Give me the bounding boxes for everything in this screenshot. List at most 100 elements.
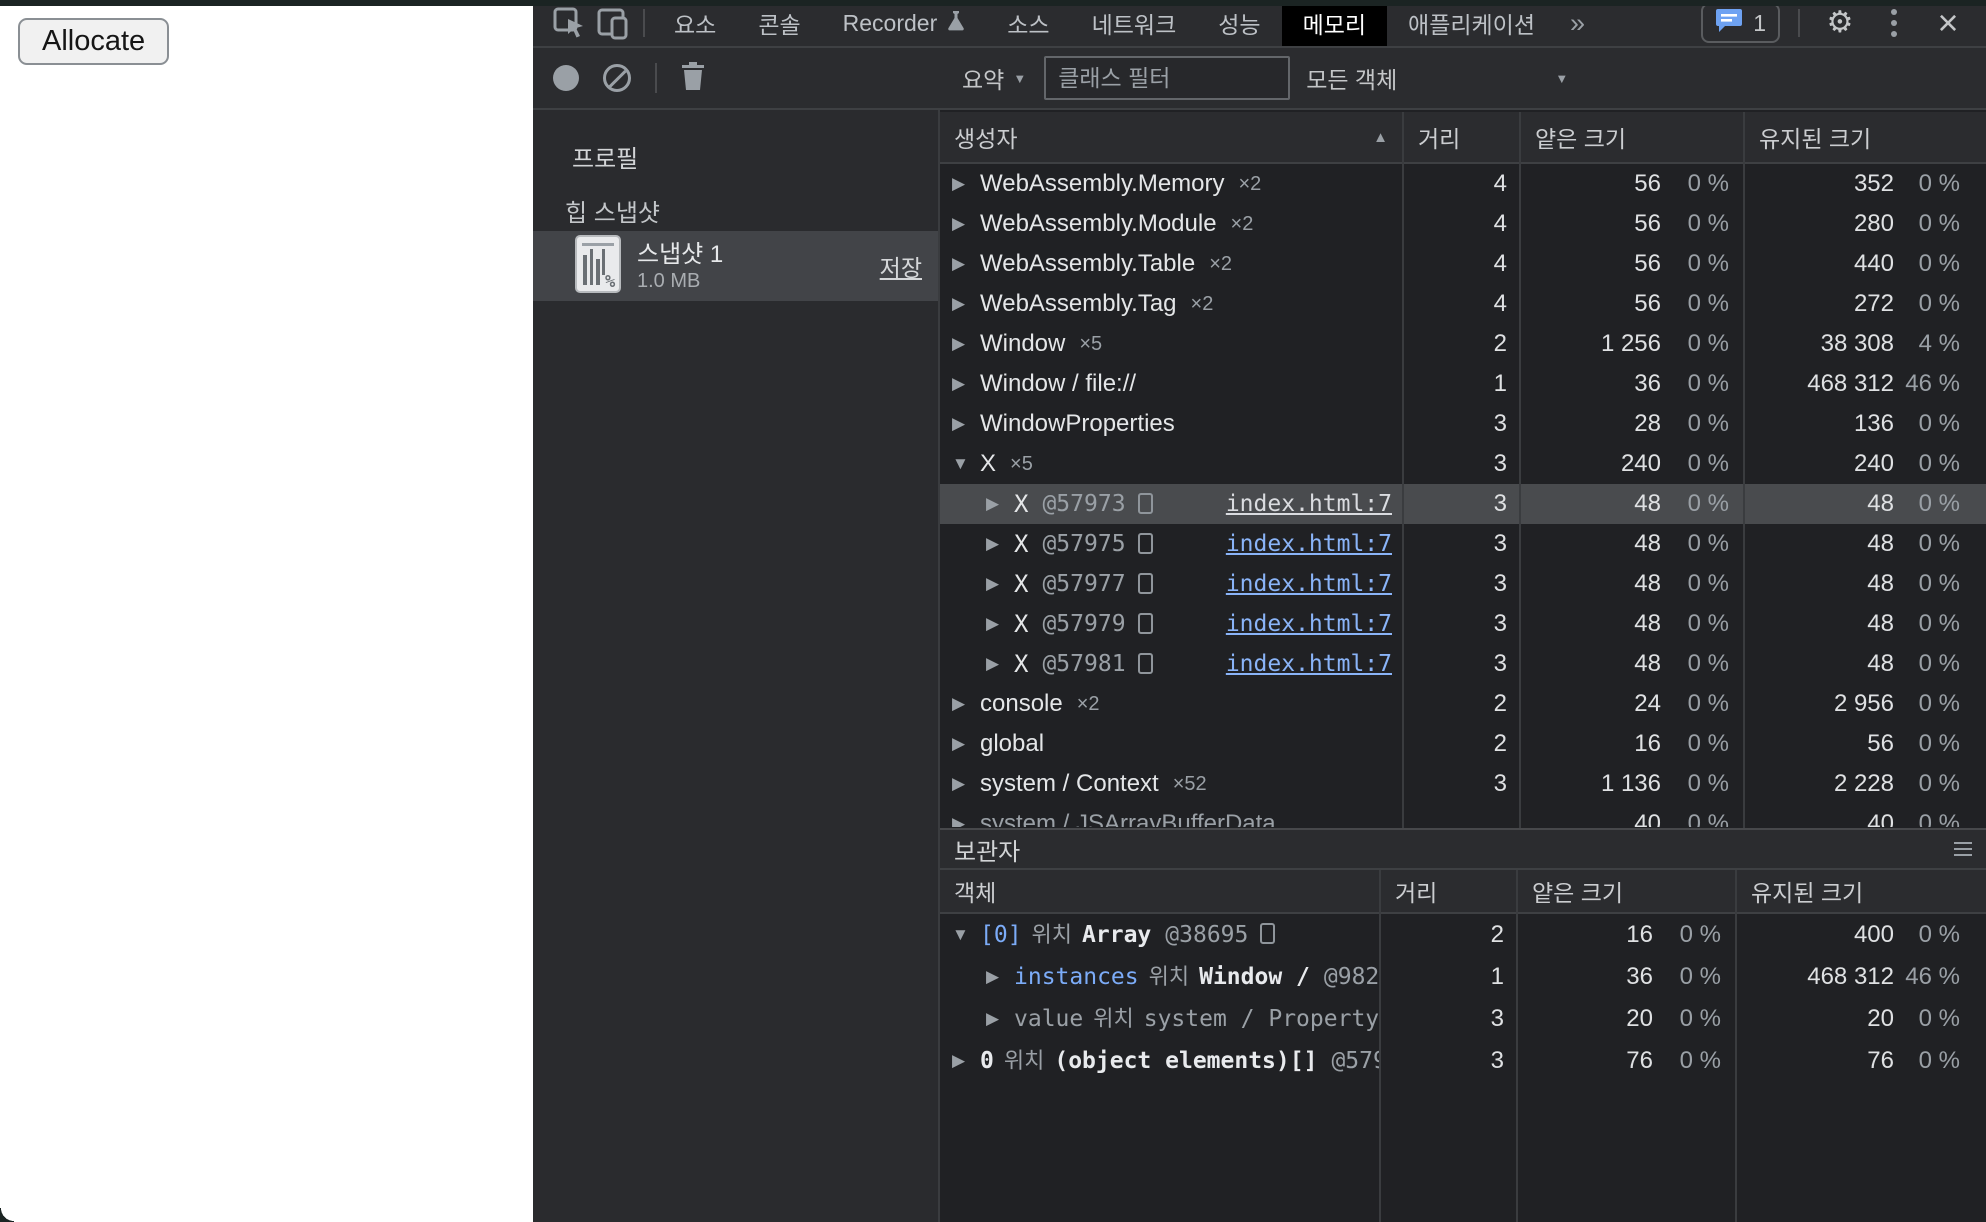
constructor-row[interactable]: ▶WebAssembly.Module×24560 %2800 % [940, 204, 1986, 244]
tab-performance[interactable]: 성능 [1197, 0, 1281, 46]
expand-arrow-icon[interactable]: ▶ [952, 684, 980, 724]
object-preview-icon[interactable] [1138, 573, 1153, 594]
object-preview-icon[interactable] [1138, 653, 1153, 674]
constructor-row[interactable]: ▶system / JSArrayBufferData400 %400 % [940, 804, 1986, 827]
clear-icon[interactable] [603, 64, 631, 92]
retainer-row[interactable]: ▼[0]위치Array@386952160 %4000 % [940, 914, 1986, 956]
expand-arrow-icon[interactable]: ▶ [986, 644, 1014, 684]
take-snapshot-icon[interactable] [553, 65, 579, 91]
tab-network[interactable]: 네트워크 [1071, 0, 1198, 46]
expand-arrow-icon[interactable]: ▶ [952, 804, 980, 827]
snapshot-list-item[interactable]: % 스냅샷 1 1.0 MB 저장 [533, 231, 938, 301]
expand-arrow-icon[interactable]: ▶ [952, 404, 980, 444]
settings-gear-icon[interactable]: ⚙ [1818, 1, 1862, 45]
shallow-size-value: 1 136 [1519, 764, 1661, 804]
tab-console[interactable]: 콘솔 [737, 0, 821, 46]
expand-arrow-icon[interactable]: ▶ [986, 604, 1014, 644]
more-tabs-button[interactable]: » [1556, 0, 1599, 46]
expand-arrow-icon[interactable]: ▶ [986, 524, 1014, 564]
expand-arrow-icon[interactable]: ▶ [986, 998, 1014, 1040]
tab-recorder[interactable]: Recorder [822, 0, 987, 46]
device-toolbar-icon[interactable] [591, 1, 635, 45]
source-link[interactable]: index.html:7 [1226, 524, 1392, 564]
constructor-row[interactable]: ▶X@57975index.html:73480 %480 % [940, 524, 1986, 564]
objects-filter-select[interactable]: 모든 객체 ▼ [1306, 61, 1574, 95]
object-preview-icon[interactable] [1138, 493, 1153, 514]
retained-size-cell: 1360 % [1743, 404, 1986, 444]
constructor-row[interactable]: ▶Window / file://1360 %468 31246 % [940, 364, 1986, 404]
tab-memory[interactable]: 메모리 [1282, 0, 1387, 46]
expand-arrow-icon[interactable]: ▶ [952, 244, 980, 284]
expand-arrow-icon[interactable]: ▶ [986, 564, 1014, 604]
expand-arrow-icon[interactable]: ▶ [986, 956, 1014, 998]
constructor-row[interactable]: ▼X×532400 %2400 % [940, 444, 1986, 484]
column-header-constructor[interactable]: 생성자 ▲ [940, 112, 1402, 162]
expand-arrow-icon[interactable]: ▶ [952, 364, 980, 404]
column-header-shallow-size[interactable]: 얕은 크기 [1516, 870, 1735, 912]
expand-arrow-icon[interactable]: ▶ [952, 164, 980, 204]
constructor-row[interactable]: ▶WebAssembly.Tag×24560 %2720 % [940, 284, 1986, 324]
class-filter-input[interactable] [1044, 56, 1290, 100]
shallow-size-cell: 560 % [1519, 244, 1743, 284]
constructor-row[interactable]: ▶system / Context×5231 1360 %2 2280 % [940, 764, 1986, 804]
inspect-element-icon[interactable] [547, 1, 591, 45]
view-mode-select[interactable]: 요약 ▼ [952, 61, 1026, 95]
constructor-row[interactable]: ▶WebAssembly.Table×24560 %4400 % [940, 244, 1986, 284]
hamburger-menu-icon[interactable] [1954, 842, 1972, 856]
constructor-row[interactable]: ▶X@57981index.html:73480 %480 % [940, 644, 1986, 684]
object-preview-icon[interactable] [1138, 613, 1153, 634]
instance-count: ×2 [1209, 244, 1232, 284]
tab-application[interactable]: 애플리케이션 [1387, 0, 1556, 46]
source-link[interactable]: index.html:7 [1226, 484, 1392, 524]
source-link[interactable]: index.html:7 [1226, 604, 1392, 644]
column-header-retained-size[interactable]: 유지된 크기 [1743, 112, 1986, 162]
column-header-distance[interactable]: 거리 [1379, 870, 1516, 912]
source-link[interactable]: index.html:7 [1226, 644, 1392, 684]
more-menu-icon[interactable] [1872, 1, 1916, 45]
constructor-row[interactable]: ▶X@57977index.html:73480 %480 % [940, 564, 1986, 604]
constructor-row[interactable]: ▶X@57979index.html:73480 %480 % [940, 604, 1986, 644]
retained-size-percent: 0 % [1894, 604, 1986, 644]
constructor-row[interactable]: ▶console×22240 %2 9560 % [940, 684, 1986, 724]
distance-cell: 2 [1402, 684, 1519, 724]
constructor-row[interactable]: ▶global2160 %560 % [940, 724, 1986, 764]
shallow-size-value: 56 [1519, 244, 1661, 284]
expand-arrow-icon[interactable]: ▶ [952, 764, 980, 804]
expand-arrow-icon[interactable]: ▶ [952, 204, 980, 244]
retainer-row[interactable]: ▶instances위치Window /@98271360 %468 31246… [940, 956, 1986, 998]
constructor-row[interactable]: ▶Window×521 2560 %38 3084 % [940, 324, 1986, 364]
expand-arrow-icon[interactable]: ▶ [952, 1040, 980, 1082]
expand-arrow-icon[interactable]: ▶ [952, 324, 980, 364]
source-link[interactable]: index.html:7 [1226, 564, 1392, 604]
distance-cell [1402, 804, 1519, 827]
close-devtools-icon[interactable]: × [1926, 1, 1970, 45]
retained-size-value: 440 [1743, 244, 1894, 284]
save-snapshot-link[interactable]: 저장 [880, 249, 922, 283]
expand-arrow-icon[interactable]: ▶ [986, 484, 1014, 524]
column-header-object[interactable]: 객체 [940, 870, 1379, 912]
allocate-button[interactable]: Allocate [18, 18, 169, 65]
constructor-row[interactable]: ▶WebAssembly.Memory×24560 %3520 % [940, 164, 1986, 204]
constructor-row[interactable]: ▶X@57973index.html:73480 %480 % [940, 484, 1986, 524]
messages-badge[interactable]: 1 [1701, 3, 1780, 43]
shallow-size-percent: 0 % [1661, 644, 1743, 684]
retained-size-percent: 0 % [1894, 444, 1986, 484]
expand-arrow-icon[interactable]: ▶ [952, 724, 980, 764]
column-header-shallow-size[interactable]: 얕은 크기 [1519, 112, 1743, 162]
delete-trash-icon[interactable] [681, 61, 705, 96]
tab-sources[interactable]: 소스 [986, 0, 1070, 46]
object-preview-icon[interactable] [1138, 533, 1153, 554]
tab-elements[interactable]: 요소 [653, 0, 737, 46]
column-header-distance[interactable]: 거리 [1402, 112, 1519, 162]
retainer-row[interactable]: ▶0위치(object elements)[]@57983760 %760 % [940, 1040, 1986, 1082]
column-header-retained-size[interactable]: 유지된 크기 [1735, 870, 1986, 912]
object-id: @57977 [1042, 564, 1125, 604]
collapse-arrow-icon[interactable]: ▼ [952, 444, 980, 484]
constructor-row[interactable]: ▶WindowProperties3280 %1360 % [940, 404, 1986, 444]
heap-snapshots-group-label[interactable]: 힙 스냅샷 [565, 193, 660, 228]
object-preview-icon[interactable] [1260, 923, 1275, 944]
collapse-arrow-icon[interactable]: ▼ [952, 914, 980, 956]
instance-count: ×2 [1191, 284, 1214, 324]
retainer-row[interactable]: ▶value위치system / PropertyCel3200 %200 % [940, 998, 1986, 1040]
expand-arrow-icon[interactable]: ▶ [952, 284, 980, 324]
